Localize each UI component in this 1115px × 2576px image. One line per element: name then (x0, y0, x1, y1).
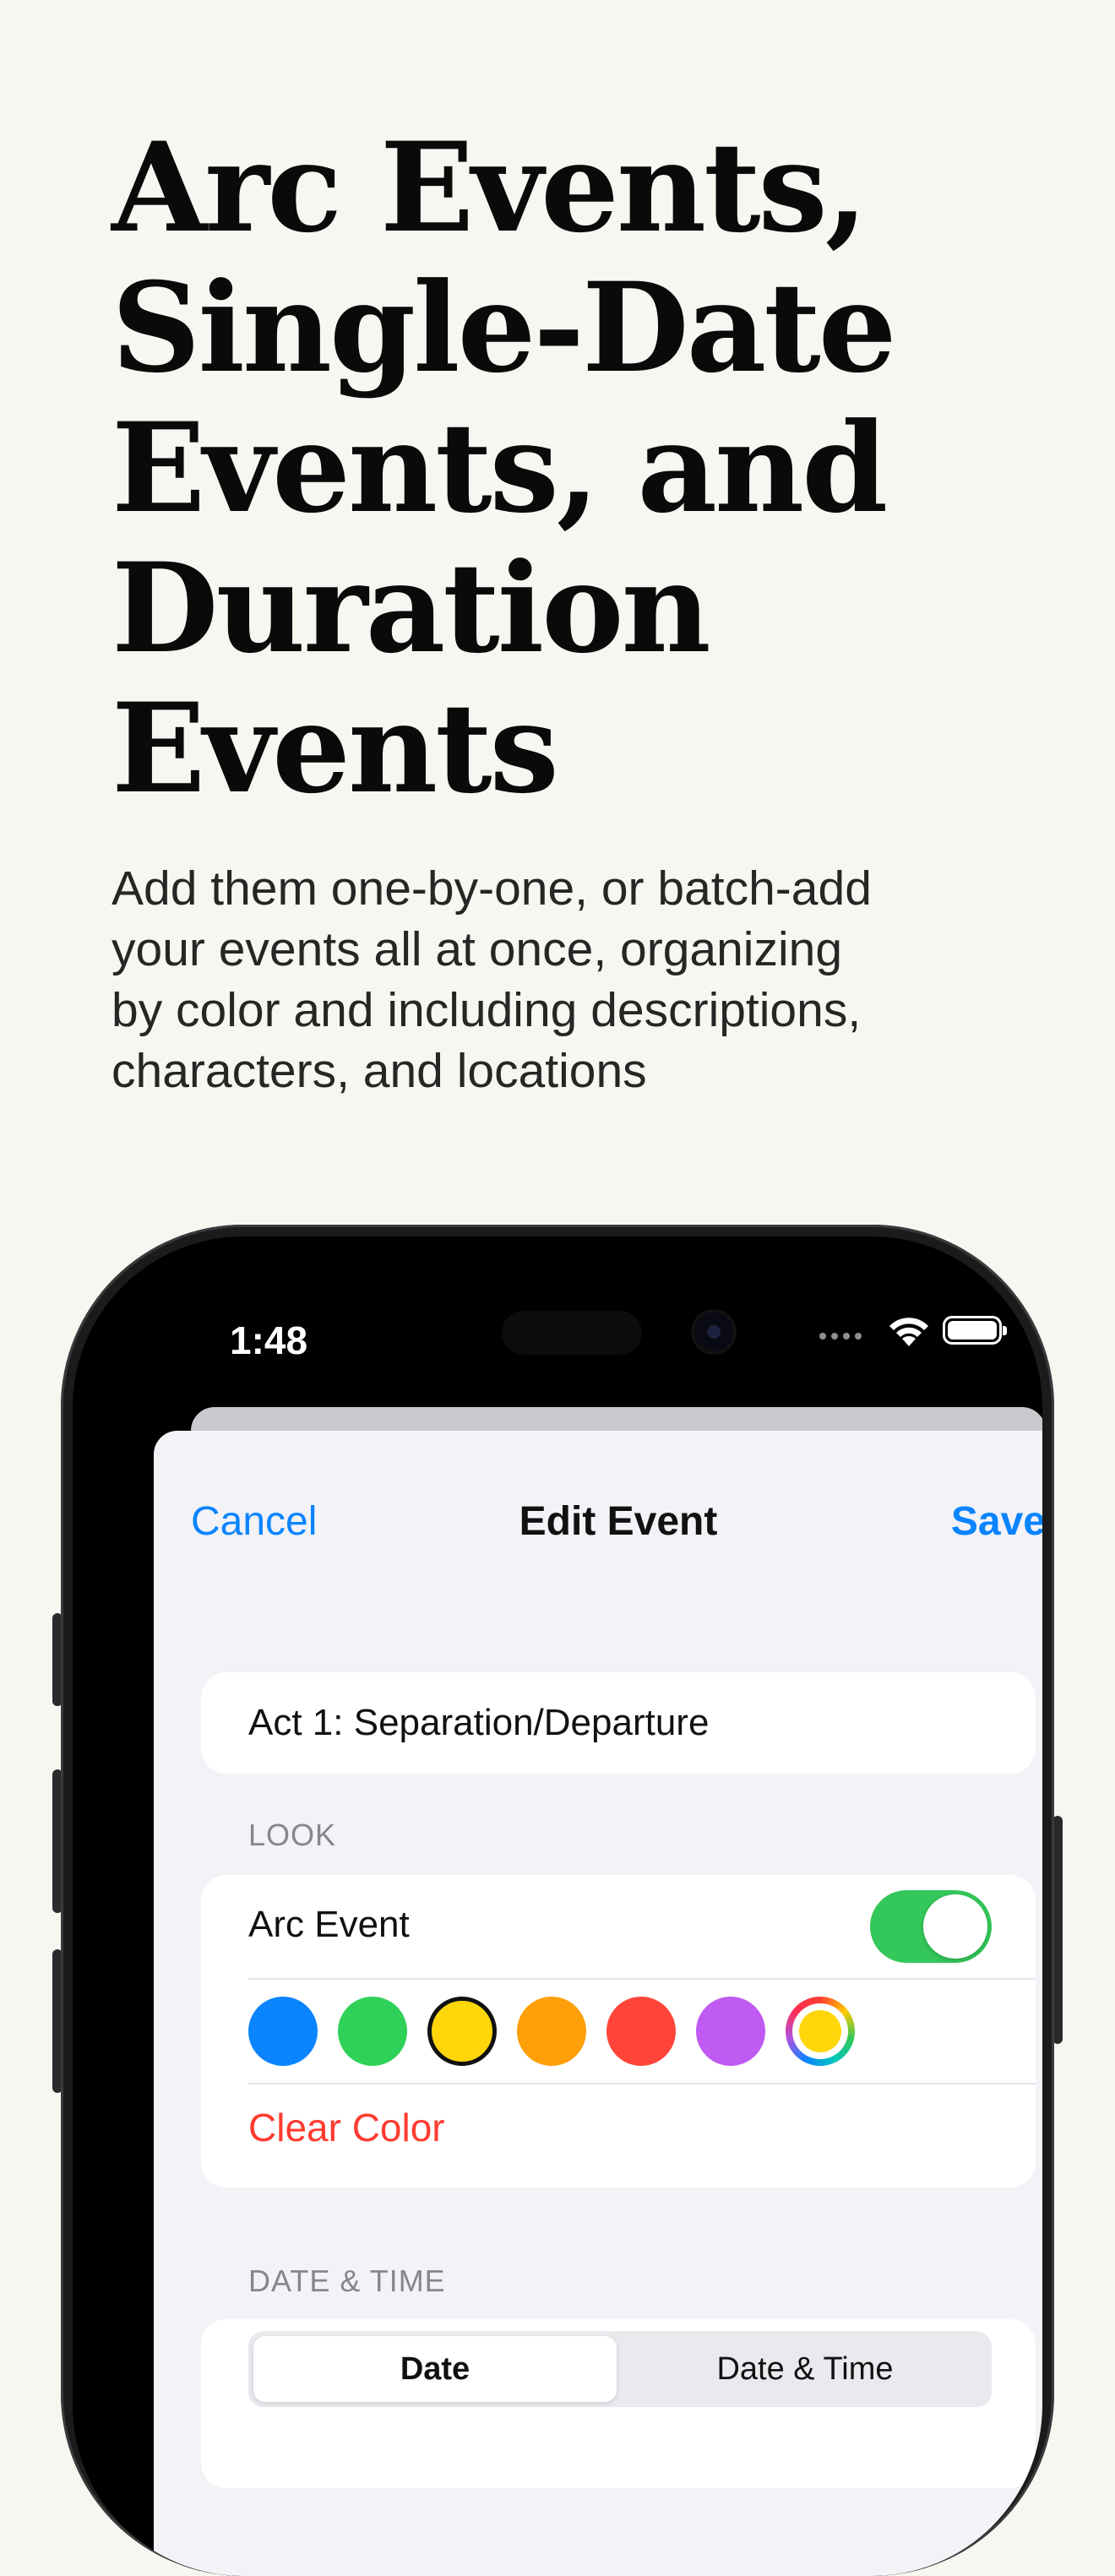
headline-line: Arc Events, (112, 116, 868, 260)
headline: Arc Events, Single-Date Events, and Dura… (112, 118, 1024, 819)
phone-frame: 1:48 Cancel Edit Event Save Act 1: Separ… (61, 1225, 1054, 2576)
event-title-field[interactable]: Act 1: Separation/Departure (201, 1672, 1036, 1774)
color-swatches (248, 1997, 855, 2066)
subheadline-line: characters, and locations (112, 1044, 647, 1098)
subheadline-line: your events all at once, organizing (112, 922, 843, 976)
toggle-knob (923, 1894, 987, 1959)
custom-color-picker-icon[interactable] (786, 1997, 855, 2066)
status-time: 1:48 (230, 1318, 308, 1362)
swatch-purple[interactable] (696, 1997, 765, 2066)
phone-screen: 1:48 Cancel Edit Event Save Act 1: Separ… (73, 1236, 1042, 2576)
headline-line: Single-Date (112, 256, 897, 400)
camera-icon (694, 1312, 733, 1351)
swatch-green[interactable] (338, 1997, 407, 2066)
arc-event-label: Arc Event (248, 1904, 410, 1945)
clear-color-button[interactable]: Clear Color (248, 2105, 445, 2150)
cellular-signal-icon (819, 1333, 862, 1340)
date-time-card: Date Date & Time (201, 2319, 1036, 2488)
swatch-yellow[interactable] (427, 1997, 497, 2066)
edit-event-sheet: Cancel Edit Event Save Act 1: Separation… (154, 1431, 1042, 2576)
arc-event-row: Arc Event (248, 1875, 1036, 1978)
subheadline-line: by color and including descriptions, (112, 983, 862, 1037)
swatch-orange[interactable] (517, 1997, 586, 2066)
dynamic-island (502, 1311, 642, 1355)
swatch-blue[interactable] (248, 1997, 318, 2066)
headline-line: Duration (112, 536, 711, 681)
headline-line: Events, and (112, 396, 888, 541)
date-mode-segmented-control: Date Date & Time (248, 2331, 992, 2407)
date-time-section-label: DATE & TIME (248, 2264, 446, 2298)
custom-color-preview (799, 2010, 841, 2052)
subheadline-line: Add them one-by-one, or batch-add (112, 861, 872, 916)
headline-line: Events (112, 677, 559, 821)
subheadline: Add them one-by-one, or batch-add your e… (112, 858, 1041, 1101)
swatch-red[interactable] (606, 1997, 676, 2066)
look-card: Arc Event Clear Color (201, 1875, 1036, 2187)
nav-title: Edit Event (519, 1499, 718, 1544)
divider (248, 1978, 1036, 1980)
save-button[interactable]: Save (951, 1498, 1042, 1545)
wifi-icon (889, 1318, 928, 1346)
segment-date-and-time[interactable]: Date & Time (623, 2336, 987, 2402)
battery-icon (943, 1316, 1007, 1345)
segment-date[interactable]: Date (253, 2336, 617, 2402)
look-section-label: LOOK (248, 1818, 337, 1852)
arc-event-toggle[interactable] (870, 1890, 992, 1963)
divider (248, 2083, 1036, 2084)
